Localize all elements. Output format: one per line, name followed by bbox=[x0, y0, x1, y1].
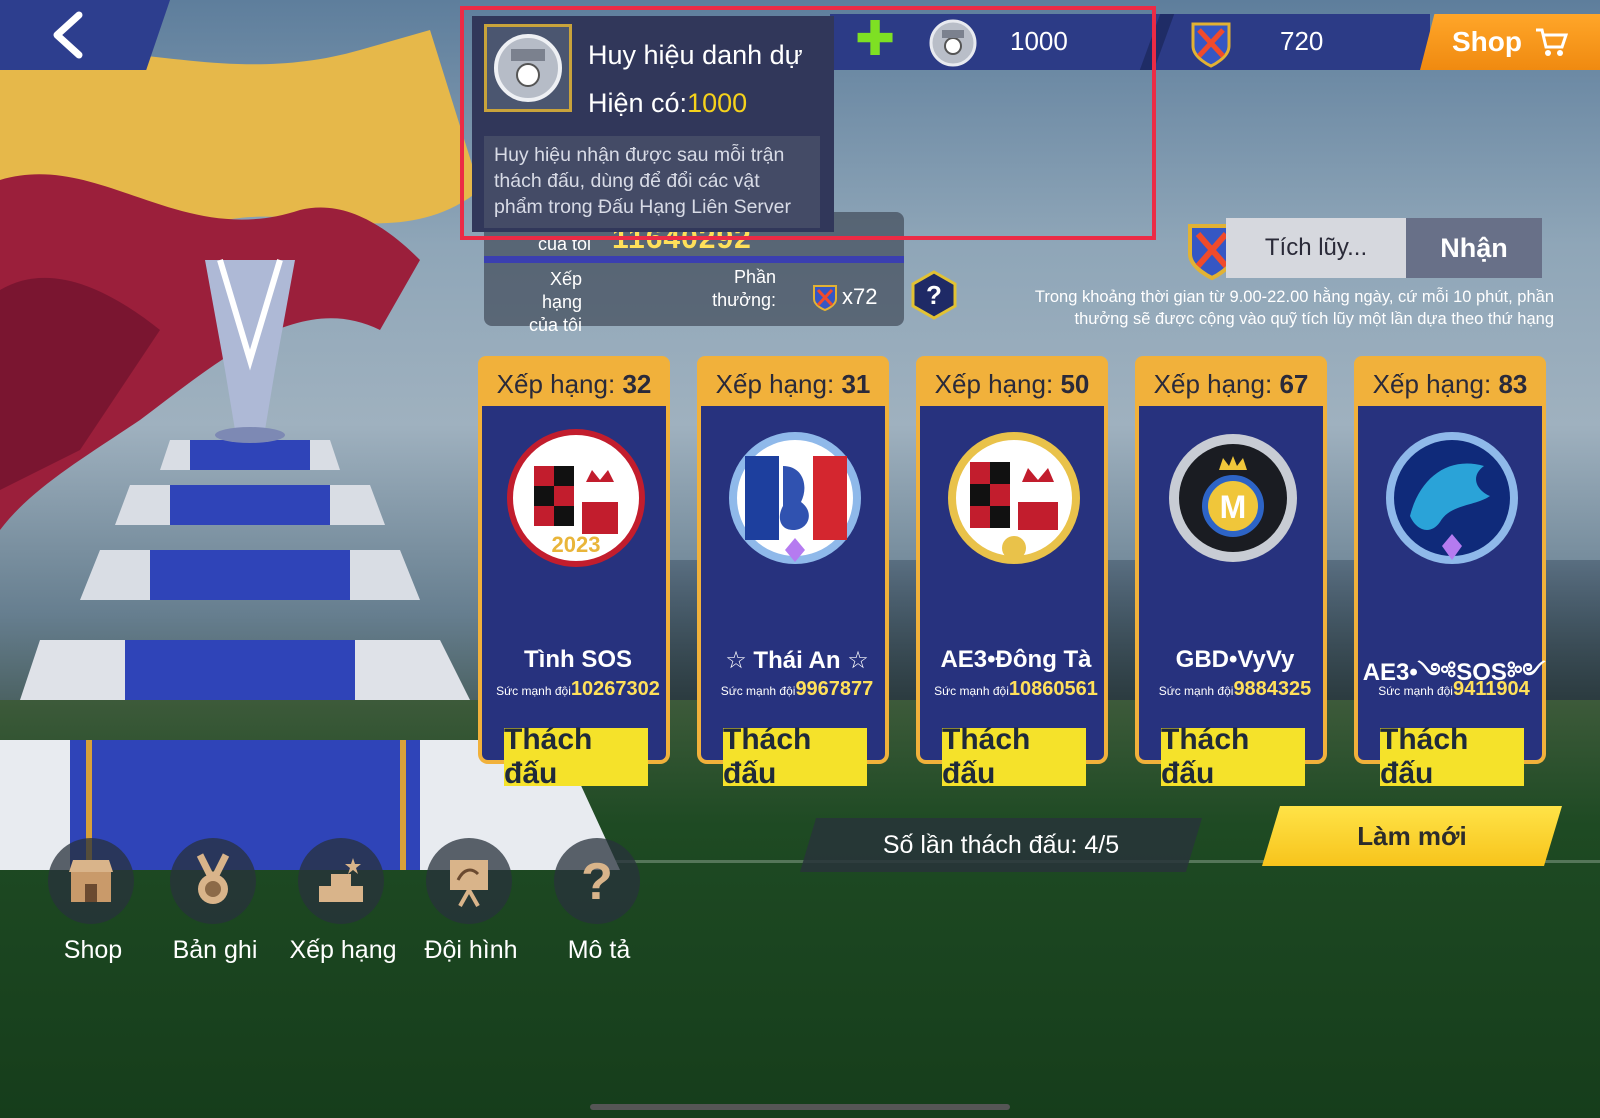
opponent-card: Xếp hạng: 31 ☆ Thái An ☆ Sức mạnh đội996… bbox=[697, 356, 889, 790]
shop-label: Shop bbox=[1452, 26, 1522, 57]
club-crest-icon: 2023 bbox=[507, 429, 645, 567]
nav-description[interactable]: ? Mô tả bbox=[544, 838, 654, 978]
nav-label: Mô tả bbox=[567, 936, 631, 964]
challenge-button[interactable]: Thách đấu bbox=[504, 723, 648, 790]
challenge-button[interactable]: Thách đấu bbox=[1380, 723, 1524, 790]
accumulate-display: Tích lũy... bbox=[1226, 218, 1406, 278]
opponent-card: Xếp hạng: 32 2023 Tình SOS Sức mạnh đội1… bbox=[478, 356, 670, 790]
challenge-button[interactable]: Thách đấu bbox=[942, 723, 1086, 790]
opponent-power: Sức mạnh đội9411904 bbox=[1378, 678, 1530, 700]
opponent-rank: Xếp hạng: 32 bbox=[478, 356, 670, 412]
crossed-swords-shield-icon bbox=[1191, 22, 1231, 68]
svg-text:2023: 2023 bbox=[552, 532, 601, 557]
nav-formation[interactable]: Đội hình bbox=[416, 838, 526, 978]
nav-shop[interactable]: Shop bbox=[38, 838, 148, 978]
opponent-name: AE3•Đông Tà bbox=[940, 646, 1092, 673]
accumulate-note: Trong khoảng thời gian từ 9.00-22.00 hằn… bbox=[1034, 288, 1554, 328]
nav-label: Bản ghi bbox=[172, 936, 258, 964]
reward-label: Phần thưởng: bbox=[712, 267, 776, 310]
shop-button[interactable]: Shop bbox=[1420, 14, 1600, 70]
opponent-card: Xếp hạng: 67 M GBD•VyVy Sức mạnh đội9884… bbox=[1135, 356, 1327, 790]
reward-value: x72 bbox=[842, 284, 878, 309]
club-crest-icon bbox=[948, 432, 1080, 564]
my-rank-bar bbox=[484, 256, 904, 263]
opponent-name: ☆ Thái An ☆ bbox=[725, 647, 869, 674]
back-button[interactable] bbox=[0, 0, 170, 70]
opponent-card: Xếp hạng: 83 AE3•༺SOS༻ Sức mạnh đội94119… bbox=[1354, 356, 1546, 790]
challenge-count: Số lần thách đấu: 4/5 bbox=[800, 818, 1202, 872]
svg-text:M: M bbox=[1220, 489, 1247, 525]
challenge-button[interactable]: Thách đấu bbox=[1161, 723, 1305, 790]
tactics-board-icon bbox=[426, 838, 512, 924]
challenge-button[interactable]: Thách đấu bbox=[723, 723, 867, 790]
nav-records[interactable]: Bản ghi bbox=[160, 838, 270, 978]
claim-button[interactable]: Nhận bbox=[1406, 218, 1542, 278]
refresh-button[interactable]: Làm mới bbox=[1262, 806, 1562, 866]
opponent-power: Sức mạnh đội10267302 bbox=[496, 678, 660, 700]
back-arrow-icon bbox=[53, 11, 83, 59]
sword-count: 720 bbox=[1280, 26, 1324, 56]
home-indicator bbox=[590, 1104, 1010, 1110]
question-icon: ? bbox=[554, 838, 640, 924]
shop-icon bbox=[48, 838, 134, 924]
my-rank-label: Xếp hạng của tôi bbox=[528, 269, 582, 335]
opponent-card: Xếp hạng: 50 AE3•Đông Tà Sức mạnh đội108… bbox=[916, 356, 1108, 790]
nav-label: Đội hình bbox=[424, 936, 518, 964]
podium-icon bbox=[298, 838, 384, 924]
rooster-crest-icon bbox=[729, 432, 861, 564]
opponent-name: Tình SOS bbox=[524, 646, 632, 673]
crown-m-crest-icon: M bbox=[1169, 434, 1297, 562]
svg-text:?: ? bbox=[581, 853, 613, 909]
highlight-box bbox=[460, 6, 1156, 240]
medal-icon bbox=[170, 838, 256, 924]
help-icon[interactable]: ? bbox=[910, 270, 958, 320]
opponent-rank: Xếp hạng: 50 bbox=[916, 356, 1108, 412]
nav-label: Xếp hạng bbox=[289, 936, 397, 964]
opponent-rank: Xếp hạng: 67 bbox=[1135, 356, 1327, 412]
opponent-power: Sức mạnh đội9884325 bbox=[1158, 678, 1312, 700]
opponent-rank: Xếp hạng: 83 bbox=[1354, 356, 1546, 412]
opponent-power: Sức mạnh đội10860561 bbox=[934, 678, 1098, 700]
opponent-name: GBD•VyVy bbox=[1175, 646, 1295, 673]
wolf-crest-icon bbox=[1386, 432, 1518, 564]
opponent-rank: Xếp hạng: 31 bbox=[697, 356, 889, 412]
svg-text:?: ? bbox=[926, 280, 942, 310]
opponent-power: Sức mạnh đội9967877 bbox=[720, 678, 874, 700]
reward-swords-icon bbox=[813, 285, 837, 312]
nav-ranking[interactable]: Xếp hạng bbox=[288, 838, 398, 978]
cart-icon bbox=[1536, 28, 1568, 56]
nav-label: Shop bbox=[63, 936, 123, 964]
